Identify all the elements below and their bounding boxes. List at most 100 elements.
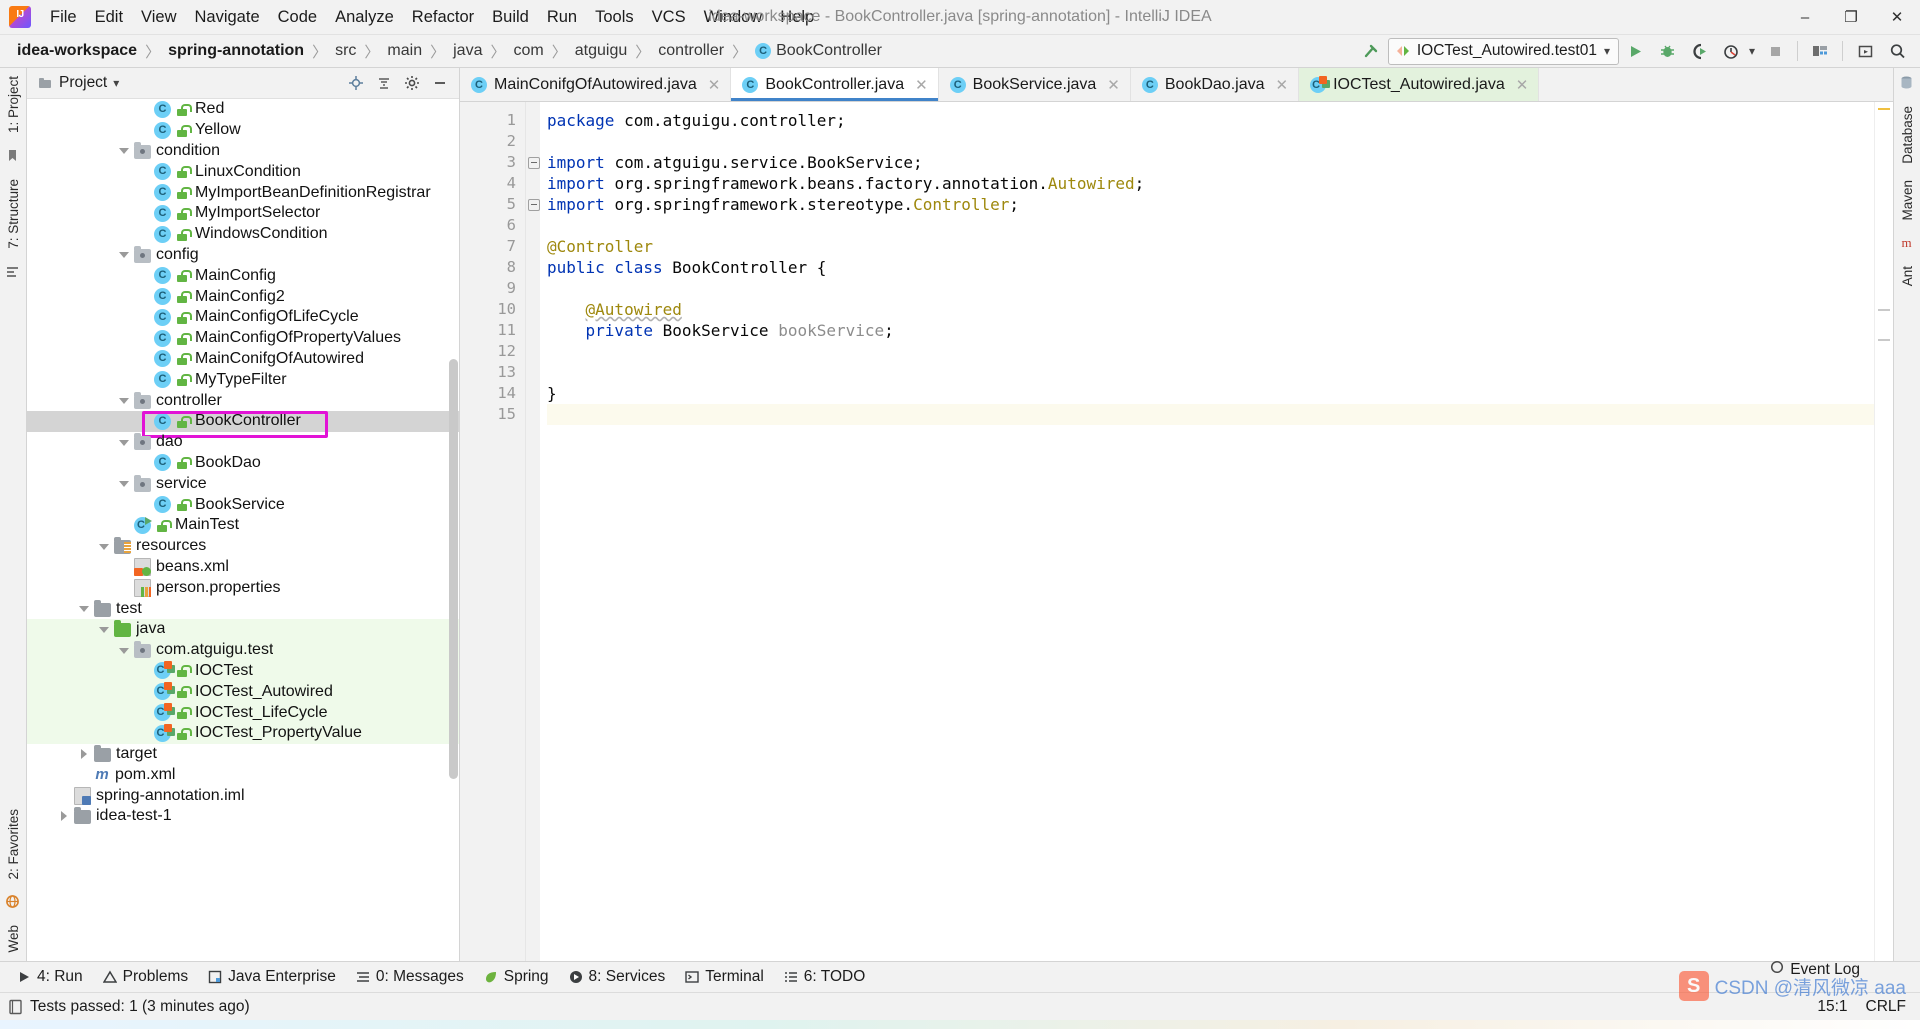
breadcrumb-item-atguigu[interactable]: atguigu bbox=[570, 40, 633, 62]
fold-toggle-icon[interactable] bbox=[528, 157, 540, 169]
close-icon[interactable]: ✕ bbox=[915, 76, 928, 94]
code-line[interactable]: public class BookController { bbox=[547, 257, 1874, 278]
tree-node-myimportselector[interactable]: MyImportSelector bbox=[27, 203, 459, 224]
close-icon[interactable]: ✕ bbox=[1516, 76, 1529, 94]
code-line[interactable] bbox=[547, 278, 1874, 299]
menu-item-navigate[interactable]: Navigate bbox=[186, 5, 269, 30]
maximize-button[interactable]: ❐ bbox=[1828, 0, 1874, 34]
chevron-down-icon[interactable] bbox=[99, 541, 110, 552]
chevron-down-icon[interactable]: ▾ bbox=[1604, 44, 1610, 58]
code-editor[interactable]: 1 2 3 4 5 6 7 8 9 10 11 12 13 14 15 package com.atguig… bbox=[460, 102, 1893, 961]
menu-item-tools[interactable]: Tools bbox=[586, 5, 643, 30]
project-tree[interactable]: Red Yellow condition LinuxCondition MyImport… bbox=[27, 99, 459, 961]
code-line[interactable] bbox=[547, 215, 1874, 236]
tree-node-idea-test-1[interactable]: idea-test-1 bbox=[27, 806, 459, 827]
tree-node-windowscondition[interactable]: WindowsCondition bbox=[27, 224, 459, 245]
menu-item-analyze[interactable]: Analyze bbox=[326, 5, 403, 30]
tool-window-terminal[interactable]: Terminal bbox=[676, 965, 773, 989]
chevron-down-icon[interactable]: ▾ bbox=[113, 76, 119, 90]
menu-item-vcs[interactable]: VCS bbox=[643, 5, 695, 30]
tree-node-mytypefilter[interactable]: MyTypeFilter bbox=[27, 369, 459, 390]
tool-window-0-messages[interactable]: 0: Messages bbox=[347, 965, 473, 989]
close-icon[interactable]: ✕ bbox=[1107, 76, 1120, 94]
database-icon[interactable] bbox=[1899, 75, 1915, 91]
chevron-down-icon[interactable] bbox=[79, 603, 90, 614]
breadcrumb-item-java[interactable]: java bbox=[448, 40, 487, 62]
sidebar-item-maven[interactable]: Maven bbox=[1896, 172, 1919, 229]
preview-button[interactable] bbox=[1850, 37, 1880, 65]
build-project-button[interactable] bbox=[1805, 37, 1835, 65]
editor-tab-bookservice-java[interactable]: BookService.java ✕ bbox=[938, 68, 1131, 101]
minimize-button[interactable]: – bbox=[1782, 0, 1828, 34]
tree-node-bookservice[interactable]: BookService bbox=[27, 494, 459, 515]
tree-node-myimportbeandefinitionregistrar[interactable]: MyImportBeanDefinitionRegistrar bbox=[27, 182, 459, 203]
tree-node-mainconfig2[interactable]: MainConfig2 bbox=[27, 286, 459, 307]
breadcrumb-item-spring-annotation[interactable]: spring-annotation bbox=[163, 40, 309, 62]
sidebar-item-favorites[interactable]: 2: Favorites bbox=[2, 801, 25, 888]
code-line[interactable]: import com.atguigu.service.BookService; bbox=[547, 152, 1874, 173]
code-line[interactable] bbox=[547, 131, 1874, 152]
tree-node-person-properties[interactable]: person.properties bbox=[27, 577, 459, 598]
event-log-button[interactable]: Event Log bbox=[1770, 960, 1860, 979]
tool-window-6-todo[interactable]: 6: TODO bbox=[775, 965, 874, 989]
breadcrumb-item-idea-workspace[interactable]: idea-workspace bbox=[12, 40, 142, 62]
tree-node-ioctest-propertyvalue[interactable]: IOCTest_PropertyValue bbox=[27, 722, 459, 744]
breadcrumb-item-src[interactable]: src bbox=[330, 40, 361, 62]
tree-node-mainconfig[interactable]: MainConfig bbox=[27, 265, 459, 286]
hide-panel-button[interactable] bbox=[427, 71, 453, 95]
search-everywhere-button[interactable] bbox=[1882, 37, 1912, 65]
code-line[interactable]: private BookService bookService; bbox=[547, 320, 1874, 341]
tool-window-8-services[interactable]: 8: Services bbox=[560, 965, 675, 989]
profile-dropdown-caret[interactable]: ▾ bbox=[1749, 44, 1755, 58]
chevron-down-icon[interactable] bbox=[119, 437, 130, 448]
menu-item-build[interactable]: Build bbox=[483, 5, 538, 30]
close-button[interactable]: ✕ bbox=[1874, 0, 1920, 34]
line-separator[interactable]: CRLF bbox=[1866, 998, 1906, 1016]
code-line[interactable]: } bbox=[547, 383, 1874, 404]
tree-scrollbar[interactable] bbox=[449, 359, 458, 779]
tree-node-ioctest[interactable]: IOCTest bbox=[27, 660, 459, 682]
chevron-down-icon[interactable] bbox=[119, 249, 130, 260]
layout-icon[interactable] bbox=[5, 264, 21, 280]
tree-node-ioctest-lifecycle[interactable]: IOCTest_LifeCycle bbox=[27, 702, 459, 723]
collapse-all-button[interactable] bbox=[371, 71, 397, 95]
editor-tab-bookdao-java[interactable]: BookDao.java ✕ bbox=[1130, 68, 1300, 101]
tool-window-problems[interactable]: Problems bbox=[94, 965, 197, 989]
close-icon[interactable]: ✕ bbox=[708, 76, 721, 94]
tree-node-bookcontroller[interactable]: BookController bbox=[27, 410, 459, 432]
tree-node-bookdao[interactable]: BookDao bbox=[27, 453, 459, 474]
breadcrumb-item-main[interactable]: main bbox=[382, 40, 427, 62]
tree-node-com-atguigu-test[interactable]: com.atguigu.test bbox=[27, 639, 459, 661]
sidebar-item-ant[interactable]: Ant bbox=[1896, 258, 1919, 294]
tree-node-yellow[interactable]: Yellow bbox=[27, 120, 459, 141]
code-line[interactable]: import org.springframework.stereotype.Co… bbox=[547, 194, 1874, 215]
code-line[interactable] bbox=[547, 362, 1874, 383]
web-globe-icon[interactable] bbox=[5, 894, 21, 910]
tree-node-java[interactable]: java bbox=[27, 618, 459, 640]
gear-icon[interactable] bbox=[399, 71, 425, 95]
project-panel-title-button[interactable]: Project ▾ bbox=[33, 72, 124, 94]
tree-node-dao[interactable]: dao bbox=[27, 432, 459, 453]
breadcrumb-item-bookcontroller[interactable]: BookController bbox=[750, 40, 887, 62]
chevron-down-icon[interactable] bbox=[119, 395, 130, 406]
menu-item-view[interactable]: View bbox=[132, 5, 185, 30]
editor-tab-mainconifgofautowired-java[interactable]: MainConifgOfAutowired.java ✕ bbox=[460, 68, 732, 101]
tree-node-linuxcondition[interactable]: LinuxCondition bbox=[27, 161, 459, 182]
menu-item-code[interactable]: Code bbox=[269, 5, 326, 30]
tree-node-config[interactable]: config bbox=[27, 245, 459, 266]
code-line[interactable]: import org.springframework.beans.factory… bbox=[547, 173, 1874, 194]
tree-node-mainconfigoflifecycle[interactable]: MainConfigOfLifeCycle bbox=[27, 307, 459, 328]
tree-node-service[interactable]: service bbox=[27, 473, 459, 494]
menu-item-help[interactable]: Help bbox=[771, 5, 823, 30]
sidebar-item-database[interactable]: Database bbox=[1896, 98, 1919, 172]
tool-window-java-enterprise[interactable]: Java Enterprise bbox=[199, 965, 345, 989]
tree-node-maintest[interactable]: MainTest bbox=[27, 515, 459, 536]
tree-node-target[interactable]: target bbox=[27, 744, 459, 765]
sidebar-item-project[interactable]: 1: Project bbox=[2, 68, 25, 141]
chevron-down-icon[interactable] bbox=[119, 645, 130, 656]
editor-marker-bar[interactable] bbox=[1874, 102, 1893, 961]
tree-node-red[interactable]: Red bbox=[27, 99, 459, 120]
tree-node-resources[interactable]: resources bbox=[27, 536, 459, 557]
run-configuration-selector[interactable]: IOCTest_Autowired.test01 ▾ bbox=[1387, 37, 1619, 65]
tool-window-4-run[interactable]: 4: Run bbox=[8, 965, 92, 989]
